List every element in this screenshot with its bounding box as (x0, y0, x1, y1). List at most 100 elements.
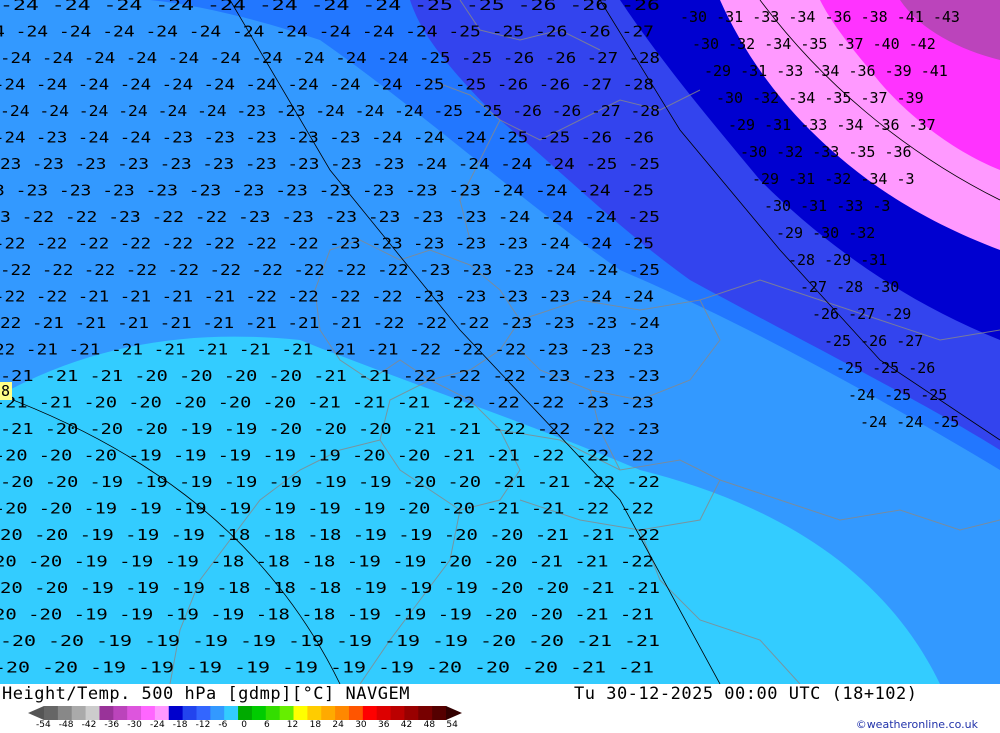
contour-label-row: -24 -24 -24 -24 -24 -24 -24 -24 -25 -25 … (0, 0, 660, 14)
footer: Height/Temp. 500 hPa [gdmp][°C] NAVGEM T… (0, 684, 1000, 733)
contour-label-east-row: -26 -27 -29 (812, 305, 911, 323)
scale-segment (85, 706, 100, 720)
scale-segment (362, 706, 378, 720)
scale-segment (196, 706, 211, 720)
scale-segment (307, 706, 322, 720)
contour-label-east-row: -27 -28 -30 (800, 278, 899, 296)
contour-label-row: 20 -20 -19 -19 -19 -18 -18 -18 -19 -19 -… (0, 526, 660, 544)
contour-label-row: -20 -20 -19 -19 -19 -19 -19 -19 -19 -20 … (0, 659, 654, 677)
contour-label-row: 3 -23 -23 -23 -23 -23 -23 -23 -23 -23 -2… (0, 182, 654, 200)
scale-tick-label: -12 (195, 720, 211, 730)
scale-segment (71, 706, 87, 720)
scale-tick-label: 36 (378, 720, 390, 730)
scale-segment (238, 706, 253, 720)
contour-label-east-row: -30 -32 -34 -35 -37 -40 -42 (692, 35, 936, 53)
contour-label-east-row: -28 -29 -31 (788, 251, 887, 269)
contour-label-east-row: -30 -31 -33 -3 (764, 197, 890, 215)
contour-label-row: -20 -20 -19 -19 -19 -19 -19 -19 -19 -20 … (0, 500, 654, 518)
contour-label-row: -22 -22 -22 -22 -22 -22 -22 -22 -23 -23 … (0, 235, 654, 253)
scale-segment (182, 706, 197, 720)
scale-segment (404, 706, 419, 720)
scale-segment (279, 706, 295, 720)
contour-label-row: -21 -20 -20 -20 -19 -19 -20 -20 -20 -21 … (0, 420, 660, 438)
scale-tick-label: -24 (150, 720, 165, 730)
color-scale-ticks: -54 -48 -42 -36 -30 -24 -18 -12 -6 0 6 12 18 24 30 36 42… (0, 720, 470, 732)
scale-tick-label: -36 (104, 720, 120, 730)
scale-tick-label: -48 (58, 720, 74, 730)
scale-segment (251, 706, 267, 720)
contour-label-east-row: -29 -31 -32 -34 -3 (752, 170, 915, 188)
scale-segment (113, 706, 128, 720)
contour-label-row: -20 -20 -19 -19 -19 -19 -19 -19 -19 -19 … (0, 632, 660, 650)
scale-tick-label: 30 (355, 720, 367, 730)
scale-segment (390, 706, 405, 720)
scale-tick-label: 18 (309, 720, 322, 730)
scale-tick-label: 0 (241, 720, 247, 730)
scale-tick-label: -18 (172, 720, 188, 730)
scale-segment (141, 706, 156, 720)
scale-tick-label: -6 (218, 720, 228, 730)
scale-segment (224, 706, 239, 720)
map-datetime: Tu 30-12-2025 00:00 UTC (18+102) (574, 684, 918, 704)
scale-segment (99, 706, 114, 720)
scale-segment (127, 706, 142, 720)
scale-tick-label: -30 (127, 720, 142, 730)
contour-label-row: 23 -23 -23 -23 -23 -23 -23 -23 -23 -23 -… (0, 155, 660, 173)
scale-arrow-left (28, 706, 44, 720)
contour-label-row: -21 -21 -20 -20 -20 -20 -20 -21 -21 -21 … (0, 394, 654, 412)
contour-label-east-row: -24 -24 -25 (860, 413, 959, 431)
scale-segment (418, 706, 433, 720)
scale-segment (432, 706, 447, 720)
contour-label-row: -20 -20 -20 -19 -19 -19 -19 -19 -20 -20 … (0, 447, 654, 465)
scale-segment (154, 706, 170, 720)
scale-segment (210, 706, 225, 720)
scale-segment (168, 706, 184, 720)
marker-label: 8 (1, 382, 10, 400)
contour-label-east-row: -30 -32 -34 -35 -37 -39 (716, 89, 924, 107)
contour-label-row: 20 -20 -19 -19 -19 -19 -18 -18 -19 -19 -… (0, 606, 654, 624)
scale-arrow-right (446, 706, 462, 720)
contour-label-row: 22 -21 -21 -21 -21 -21 -21 -21 -21 -21 -… (0, 341, 654, 359)
contour-label-row: -22 -22 -21 -21 -21 -21 -22 -22 -22 -22 … (0, 288, 654, 306)
scale-tick-label: 42 (400, 720, 413, 730)
contour-label-east-row: -29 -30 -32 (776, 224, 875, 242)
scale-segment (265, 706, 281, 720)
contour-label-east-row: -30 -32 -33 -35 -36 (740, 143, 912, 161)
scale-tick-label: -54 (36, 720, 51, 730)
scale-tick-label: 54 (446, 720, 458, 730)
contour-label-row: -24 -24 -24 -24 -24 -24 -24 -24 -24 -24 … (0, 49, 660, 67)
scale-tick-label: 24 (332, 720, 344, 730)
scale-segments (44, 706, 447, 720)
scale-segment (44, 706, 59, 720)
contour-label-row: 20 -20 -19 -19 -19 -18 -18 -18 -19 -19 -… (0, 553, 654, 571)
scale-segment (321, 706, 336, 720)
contour-label-row: -24 -23 -24 -24 -23 -23 -23 -23 -23 -24 … (0, 129, 654, 147)
contour-label-row: 22 -21 -21 -21 -21 -21 -21 -21 -21 -22 -… (0, 314, 660, 332)
credit-link[interactable]: ©weatheronline.co.uk (856, 718, 978, 731)
contour-label-row: -21 -21 -21 -20 -20 -20 -20 -21 -21 -22 … (0, 367, 660, 385)
contour-label-east-row: -30 -31 -33 -34 -36 -38 -41 -43 (680, 8, 960, 26)
contour-label-row: 3 -22 -22 -23 -22 -22 -23 -23 -23 -23 -2… (0, 208, 660, 226)
contour-label-east-row: -25 -25 -26 (836, 359, 935, 377)
map-title: Height/Temp. 500 hPa [gdmp][°C] NAVGEM (2, 684, 410, 704)
contour-label-row: -24 -24 -24 -24 -24 -24 -23 -23 -24 -24 … (0, 102, 660, 120)
contour-label-east-row: -29 -31 -33 -34 -36 -37 (728, 116, 936, 134)
scale-segment (335, 706, 350, 720)
scale-tick-label: 48 (423, 720, 436, 730)
temperature-map: -24 -24 -24 -24 -24 -24 -24 -24 -25 -25 … (0, 0, 1000, 684)
scale-segment (293, 706, 308, 720)
scale-tick-label: -42 (81, 720, 97, 730)
contour-label-row: 20 -20 -19 -19 -19 -18 -18 -18 -19 -19 -… (0, 579, 660, 597)
scale-segment (376, 706, 392, 720)
color-scale-bar (28, 706, 462, 720)
contour-label-row: -22 -22 -22 -22 -22 -22 -22 -22 -22 -22 … (0, 261, 660, 279)
scale-tick-label: 12 (286, 720, 299, 730)
scale-segment (57, 706, 73, 720)
contour-label-east-row: -29 -31 -33 -34 -36 -39 -41 (704, 62, 948, 80)
contour-label-row: -20 -20 -19 -19 -19 -19 -19 -19 -19 -20 … (0, 473, 660, 491)
contour-label-row: 4 -24 -24 -24 -24 -24 -24 -24 -24 -24 -2… (0, 23, 654, 41)
scale-segment (348, 706, 364, 720)
contour-label-row: -24 -24 -24 -24 -24 -24 -24 -24 -24 -24 … (0, 76, 654, 94)
contour-label-east-row: -25 -26 -27 (824, 332, 923, 350)
contour-label-east-row: -24 -25 -25 (848, 386, 947, 404)
